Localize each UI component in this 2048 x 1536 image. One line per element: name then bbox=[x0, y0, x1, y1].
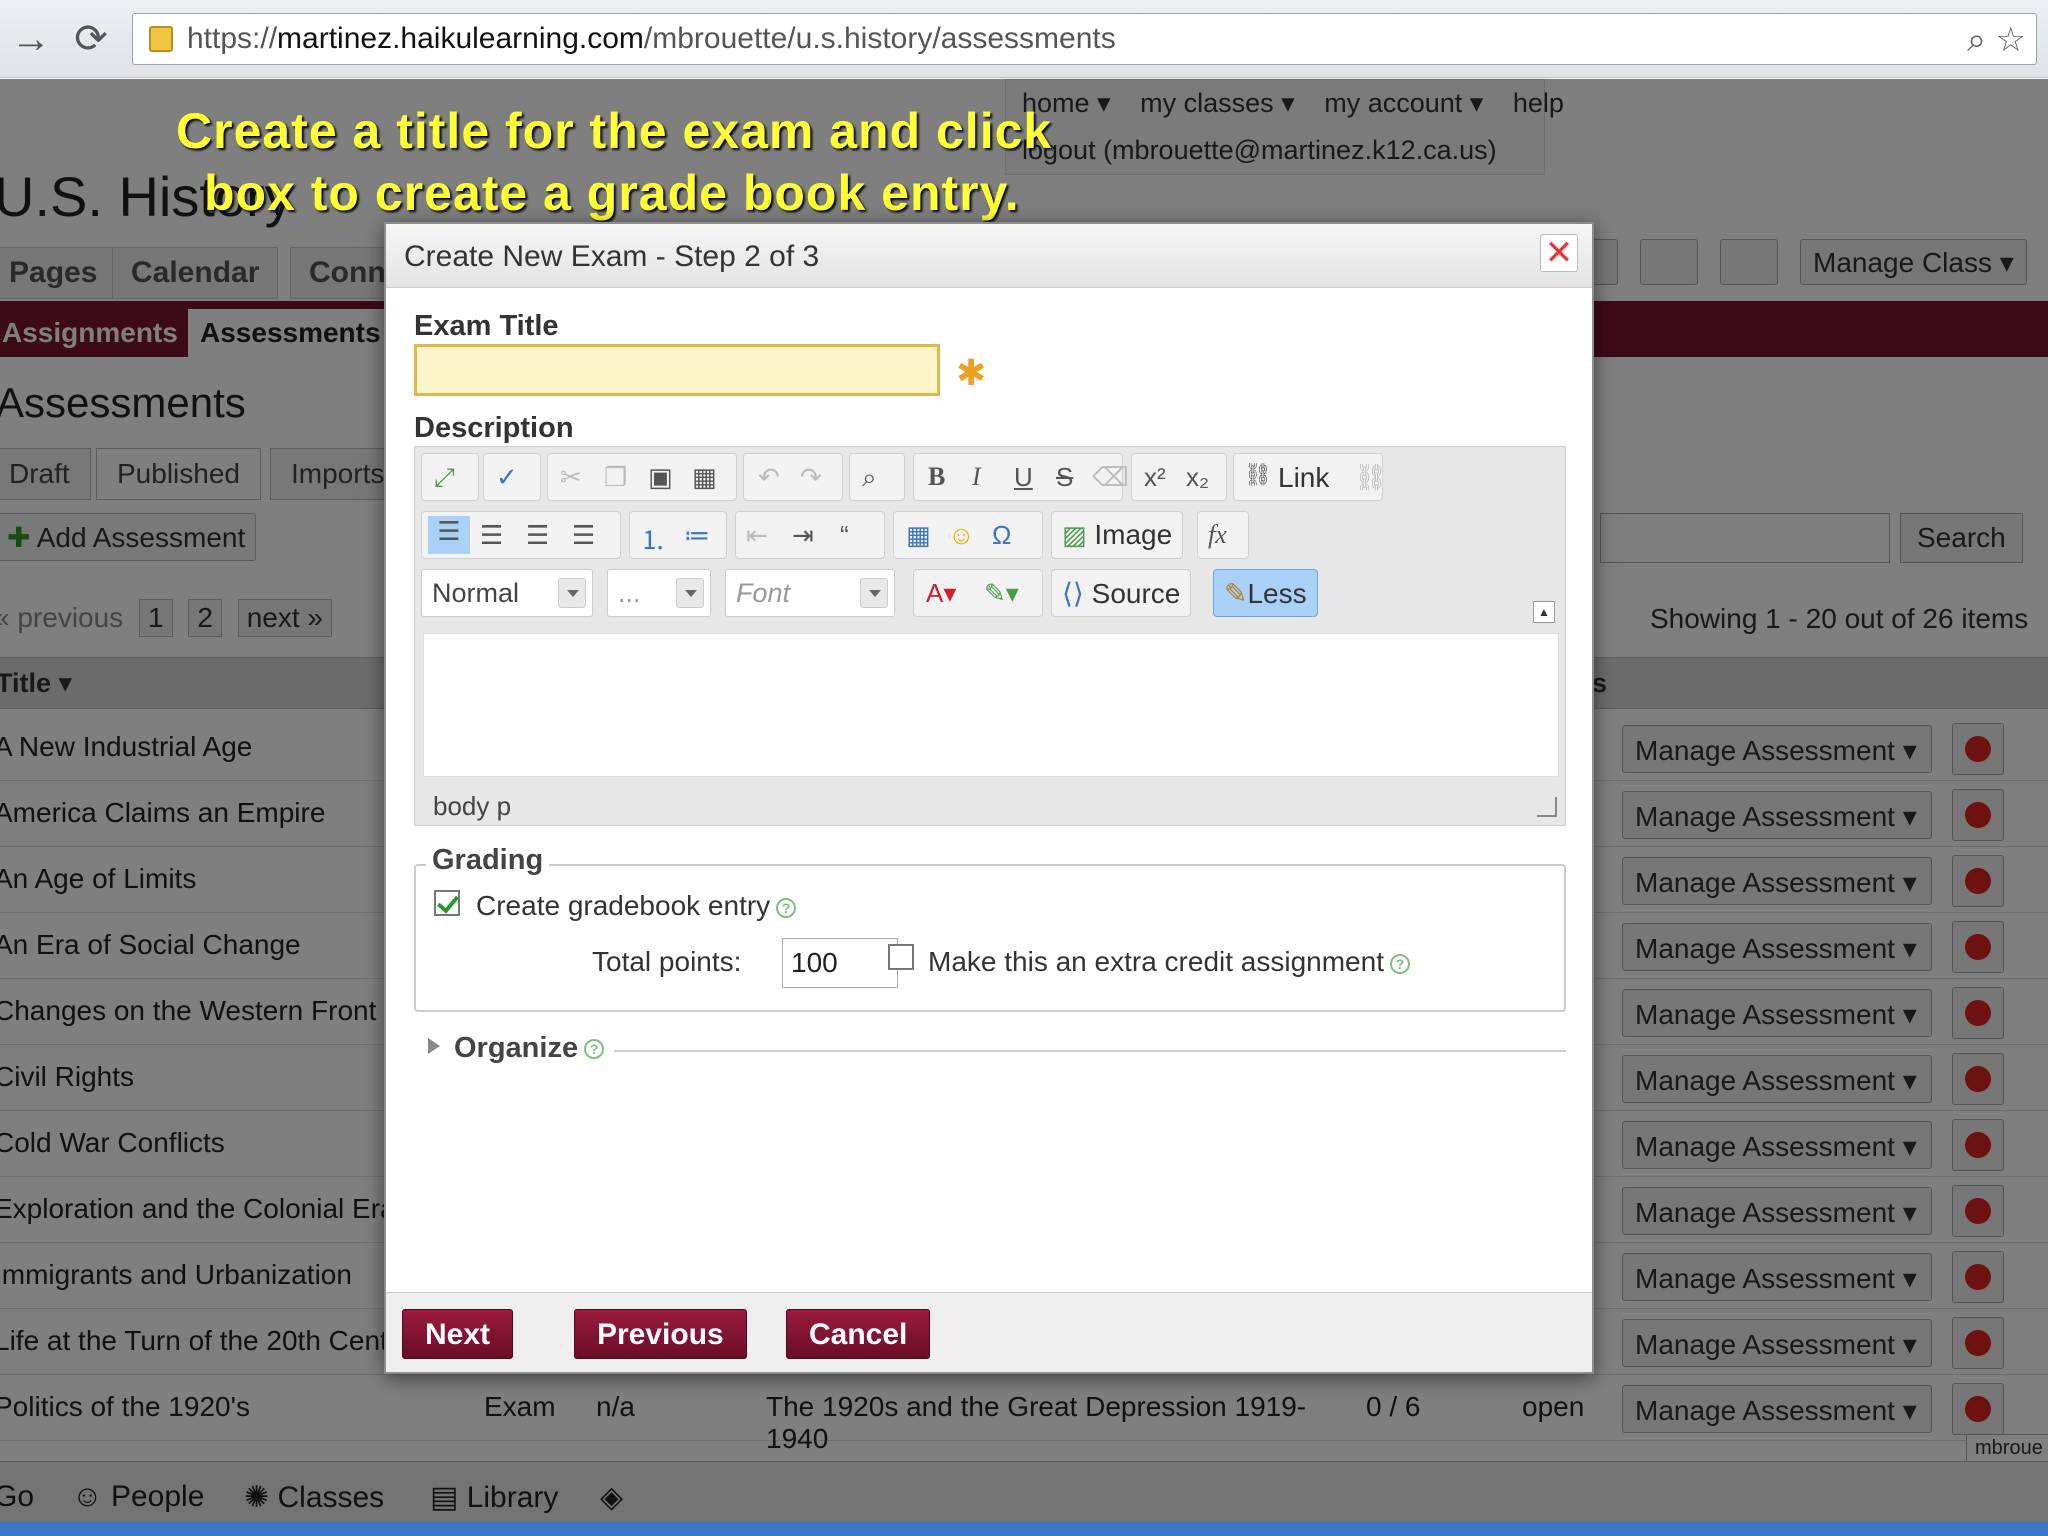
indent-icon[interactable]: ⇥ bbox=[792, 520, 814, 551]
maximize-icon[interactable]: ⤢ bbox=[434, 462, 455, 494]
resize-handle-icon[interactable] bbox=[1537, 797, 1557, 817]
text-color-icon[interactable]: A▾ bbox=[926, 578, 956, 609]
extra-credit-label[interactable]: Make this an extra credit assignment? bbox=[928, 946, 1410, 978]
cancel-button[interactable]: Cancel bbox=[786, 1309, 931, 1359]
italic-icon[interactable]: I bbox=[972, 462, 981, 492]
extra-credit-checkbox[interactable] bbox=[888, 944, 914, 970]
underline-icon[interactable]: U bbox=[1014, 462, 1033, 493]
remove-format-icon[interactable]: ⌫ bbox=[1092, 462, 1129, 493]
bullet-list-icon[interactable]: ≔ bbox=[684, 520, 710, 551]
dialog-footer: Next Previous Cancel bbox=[386, 1292, 1592, 1372]
help-icon[interactable]: ? bbox=[776, 897, 797, 918]
format-select[interactable]: Normal bbox=[421, 569, 593, 617]
image-button[interactable]: ▨ Image bbox=[1051, 511, 1184, 559]
spellcheck-icon[interactable]: ✓ bbox=[496, 462, 518, 493]
instruction-caption: Create a title for the exam and click bo… bbox=[176, 103, 1053, 221]
formula-icon[interactable]: fx bbox=[1208, 520, 1227, 550]
dialog-title: Create New Exam - Step 2 of 3 bbox=[404, 240, 820, 273]
less-button[interactable]: ✎Less bbox=[1213, 569, 1318, 617]
address-bar[interactable]: https://martinez.haikulearning.com/mbrou… bbox=[132, 13, 2037, 65]
numbered-list-icon[interactable]: ⒈ bbox=[640, 520, 666, 557]
exam-title-input[interactable] bbox=[414, 344, 940, 396]
image-icon: ▨ bbox=[1062, 520, 1087, 550]
blockquote-icon[interactable]: “ bbox=[840, 520, 849, 551]
rich-text-editor: ⤢ ✓ ✂ ❐ ▣ ▦ ↶ ↷ ⌕ B I U S ⌫ x² x₂ ⛓ Link… bbox=[414, 446, 1566, 826]
wrench-icon: ✎ bbox=[1224, 578, 1248, 609]
chevron-down-icon bbox=[860, 578, 888, 608]
collapse-toolbar-icon[interactable]: ▲ bbox=[1533, 601, 1555, 623]
superscript-icon[interactable]: x² bbox=[1144, 462, 1166, 493]
chevron-down-icon bbox=[558, 578, 586, 608]
reload-icon[interactable]: ⟳ bbox=[66, 14, 116, 64]
create-exam-dialog: Create New Exam - Step 2 of 3 ✕ Exam Tit… bbox=[384, 222, 1594, 1374]
unlink-icon[interactable]: ⛓ bbox=[1354, 462, 1387, 493]
element-path: body p bbox=[433, 791, 512, 821]
browser-toolbar: → ⟳ https://martinez.haikulearning.com/m… bbox=[0, 0, 2048, 78]
special-char-icon[interactable]: Ω bbox=[992, 520, 1011, 551]
lock-icon bbox=[149, 26, 173, 52]
description-editor[interactable] bbox=[423, 633, 1559, 777]
outdent-icon[interactable]: ⇤ bbox=[746, 520, 768, 551]
table-icon[interactable]: ▦ bbox=[906, 520, 931, 551]
align-center-icon[interactable]: ☰ bbox=[480, 520, 503, 551]
required-icon: ✱ bbox=[956, 352, 987, 393]
help-icon[interactable]: ? bbox=[584, 1039, 605, 1060]
align-right-icon[interactable]: ☰ bbox=[526, 520, 549, 551]
font-select[interactable]: Font bbox=[725, 569, 895, 617]
strike-icon[interactable]: S bbox=[1056, 462, 1073, 493]
find-icon[interactable]: ⌕ bbox=[862, 462, 877, 494]
subscript-icon[interactable]: x₂ bbox=[1186, 462, 1209, 493]
bold-icon[interactable]: B bbox=[928, 462, 945, 492]
source-button[interactable]: ⟨⟩ Source bbox=[1051, 569, 1192, 617]
organize-label: Organize? bbox=[454, 1032, 605, 1065]
create-gradebook-label[interactable]: Create gradebook entry? bbox=[476, 890, 797, 922]
expand-icon[interactable] bbox=[428, 1038, 440, 1054]
close-icon[interactable]: ✕ bbox=[1540, 234, 1578, 272]
link-label[interactable]: Link bbox=[1278, 462, 1329, 494]
total-points-input[interactable]: 100 bbox=[782, 938, 898, 988]
forward-icon[interactable]: → bbox=[6, 14, 56, 64]
cut-icon[interactable]: ✂ bbox=[560, 462, 582, 493]
source-icon: ⟨⟩ bbox=[1062, 578, 1084, 609]
description-label: Description bbox=[414, 412, 574, 444]
style-select[interactable]: ... bbox=[607, 569, 711, 617]
search-icon[interactable]: ⌕ ☆ bbox=[1967, 20, 2026, 60]
create-gradebook-checkbox[interactable] bbox=[434, 890, 460, 916]
paste-word-icon[interactable]: ▦ bbox=[692, 462, 717, 493]
redo-icon[interactable]: ↷ bbox=[800, 462, 822, 493]
paste-icon[interactable]: ▣ bbox=[648, 462, 673, 493]
url-text: https://martinez.haikulearning.com/mbrou… bbox=[187, 22, 1116, 55]
previous-button[interactable]: Previous bbox=[574, 1309, 747, 1359]
total-points-label: Total points: bbox=[592, 946, 742, 977]
organize-section[interactable]: Organize? bbox=[414, 1032, 1566, 1072]
grading-legend: Grading bbox=[426, 844, 550, 877]
link-icon[interactable]: ⛓ bbox=[1244, 462, 1272, 488]
grading-section: Grading Create gradebook entry? Total po… bbox=[414, 844, 1566, 1012]
align-left-icon[interactable]: ☰ bbox=[428, 516, 470, 554]
dialog-header: Create New Exam - Step 2 of 3 ✕ bbox=[386, 224, 1592, 288]
copy-icon[interactable]: ❐ bbox=[604, 462, 627, 493]
os-taskbar bbox=[0, 1522, 2048, 1536]
chevron-down-icon bbox=[676, 578, 704, 608]
smiley-icon[interactable]: ☺ bbox=[948, 520, 975, 551]
help-icon[interactable]: ? bbox=[1389, 953, 1410, 974]
divider bbox=[614, 1050, 1566, 1052]
exam-title-label: Exam Title bbox=[414, 310, 559, 342]
justify-icon[interactable]: ☰ bbox=[572, 520, 595, 551]
undo-icon[interactable]: ↶ bbox=[758, 462, 780, 493]
next-button[interactable]: Next bbox=[402, 1309, 514, 1359]
bg-color-icon[interactable]: ✎▾ bbox=[984, 578, 1019, 609]
